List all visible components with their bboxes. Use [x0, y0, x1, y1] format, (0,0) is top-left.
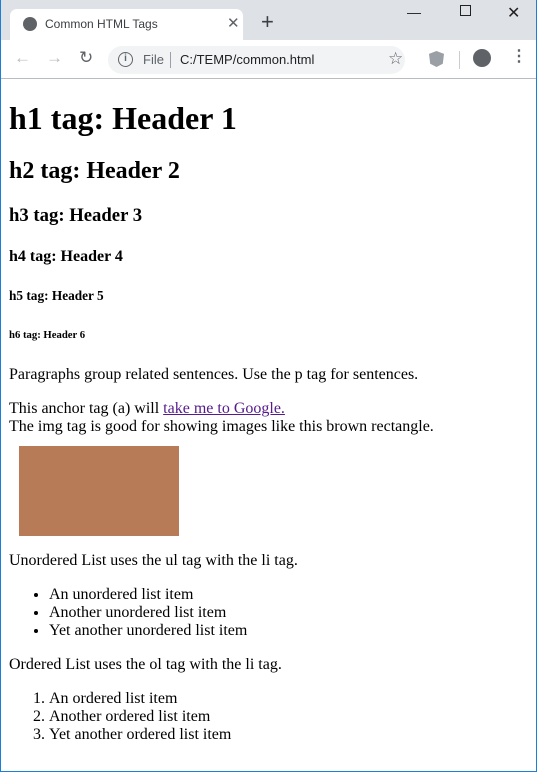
brown-rectangle-image: [19, 446, 179, 536]
back-button[interactable]: ←: [14, 49, 31, 66]
h4-heading: h4 tag: Header 4: [9, 248, 123, 265]
close-window-button[interactable]: ✕: [507, 3, 520, 23]
divider: [170, 52, 171, 68]
h5-heading: h5 tag: Header 5: [9, 288, 104, 303]
maximize-button[interactable]: [460, 5, 471, 16]
page-content: h1 tag: Header 1 h2 tag: Header 2 h3 tag…: [1, 79, 536, 771]
ul-intro: Unordered List uses the ul tag with the …: [9, 552, 298, 569]
profile-icon[interactable]: [473, 49, 491, 67]
h6-heading: h6 tag: Header 6: [9, 329, 86, 341]
angular-extension-icon[interactable]: [429, 51, 444, 67]
menu-icon[interactable]: ⋮: [511, 49, 527, 65]
bookmark-star-icon[interactable]: ☆: [388, 49, 403, 69]
h2-heading: h2 tag: Header 2: [9, 158, 180, 184]
list-item: An ordered list item: [49, 690, 528, 708]
list-item: Yet another ordered list item: [49, 726, 528, 744]
unordered-list: An unordered list item Another unordered…: [9, 586, 528, 640]
scheme-label: File: [143, 52, 164, 67]
info-icon[interactable]: i: [118, 52, 133, 67]
list-item: Another ordered list item: [49, 708, 528, 726]
globe-icon: [23, 17, 37, 31]
toolbar: ← → ↻ i File C:/TEMP/common.html ☆ ⋮: [1, 40, 536, 79]
h3-heading: h3 tag: Header 3: [9, 205, 143, 226]
google-link[interactable]: take me to Google.: [163, 400, 285, 417]
new-tab-button[interactable]: +: [261, 11, 274, 33]
img-text: The img tag is good for showing images l…: [9, 418, 434, 435]
url-text[interactable]: C:/TEMP/common.html: [180, 52, 314, 67]
reload-button[interactable]: ↻: [79, 49, 93, 66]
close-tab-icon[interactable]: ✕: [227, 14, 240, 32]
minimize-button[interactable]: —: [407, 4, 421, 20]
anchor-paragraph: This anchor tag (a) will take me to Goog…: [9, 400, 528, 436]
forward-button[interactable]: →: [46, 49, 63, 66]
h1-heading: h1 tag: Header 1: [9, 100, 237, 136]
ordered-list: An ordered list item Another ordered lis…: [9, 690, 528, 744]
list-item: An unordered list item: [49, 586, 528, 604]
anchor-prefix: This anchor tag (a) will: [9, 400, 164, 417]
browser-window: Common HTML Tags ✕ + — ✕ ← → ↻ i File C:…: [0, 0, 537, 772]
tab-title: Common HTML Tags: [45, 17, 158, 31]
list-item: Yet another unordered list item: [49, 622, 528, 640]
ol-intro: Ordered List uses the ol tag with the li…: [9, 656, 282, 673]
paragraph: Paragraphs group related sentences. Use …: [9, 366, 419, 383]
list-item: Another unordered list item: [49, 604, 528, 622]
title-bar: Common HTML Tags ✕ + — ✕: [1, 0, 536, 40]
address-bar[interactable]: i File C:/TEMP/common.html ☆: [108, 46, 405, 74]
tab-common-html-tags[interactable]: Common HTML Tags ✕: [10, 9, 243, 40]
divider: [459, 51, 460, 69]
